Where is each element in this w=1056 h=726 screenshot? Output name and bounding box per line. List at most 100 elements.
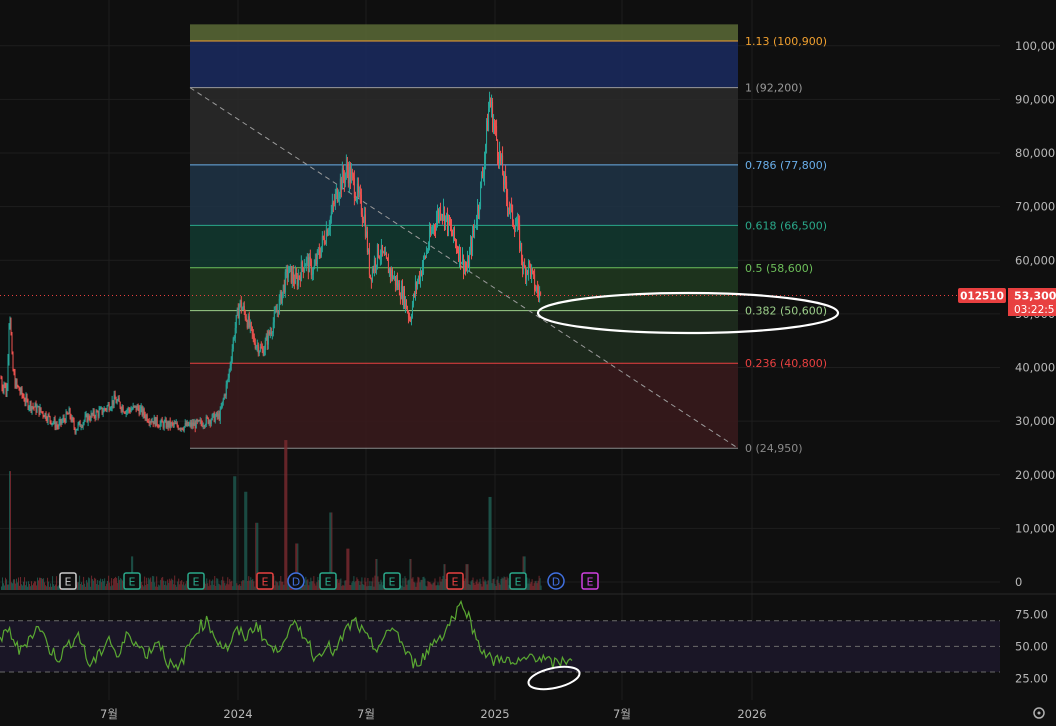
- candle-body[interactable]: [58, 422, 60, 427]
- candle-body[interactable]: [321, 236, 323, 247]
- candle-body[interactable]: [395, 279, 397, 286]
- candle-body[interactable]: [6, 385, 8, 397]
- candle-body[interactable]: [400, 286, 402, 299]
- candle-body[interactable]: [89, 419, 91, 421]
- candle-body[interactable]: [348, 166, 350, 184]
- candle-body[interactable]: [369, 274, 371, 278]
- candle-body[interactable]: [487, 120, 489, 131]
- candle-body[interactable]: [34, 403, 36, 408]
- candle-body[interactable]: [122, 406, 124, 413]
- candle-body[interactable]: [104, 408, 106, 410]
- candle-body[interactable]: [227, 377, 229, 381]
- candle-body[interactable]: [355, 198, 357, 200]
- candle-body[interactable]: [75, 430, 77, 433]
- candle-body[interactable]: [157, 425, 159, 427]
- candle-body[interactable]: [341, 168, 343, 190]
- candle-body[interactable]: [47, 414, 49, 422]
- candle-body[interactable]: [497, 139, 499, 156]
- candle-body[interactable]: [261, 348, 263, 350]
- candle-body[interactable]: [315, 259, 317, 264]
- candle-body[interactable]: [79, 421, 81, 427]
- candle-body[interactable]: [323, 237, 325, 244]
- candle-body[interactable]: [42, 412, 44, 416]
- candle-body[interactable]: [411, 305, 413, 318]
- candle-body[interactable]: [537, 287, 539, 292]
- candle-body[interactable]: [46, 419, 48, 422]
- candle-body[interactable]: [149, 421, 151, 424]
- candle-body[interactable]: [293, 280, 295, 284]
- candle-body[interactable]: [530, 264, 532, 277]
- candle-body[interactable]: [74, 427, 76, 433]
- candle-body[interactable]: [504, 174, 506, 185]
- candle-body[interactable]: [139, 408, 141, 415]
- candle-body[interactable]: [9, 319, 11, 327]
- candle-body[interactable]: [43, 415, 45, 418]
- candle-body[interactable]: [27, 400, 29, 409]
- candle-body[interactable]: [330, 211, 332, 218]
- candle-body[interactable]: [57, 426, 59, 428]
- candle-body[interactable]: [359, 191, 361, 195]
- candle-body[interactable]: [196, 419, 198, 422]
- candle-body[interactable]: [85, 414, 87, 416]
- candle-body[interactable]: [81, 426, 83, 428]
- candle-body[interactable]: [220, 407, 222, 409]
- candle-body[interactable]: [61, 420, 63, 424]
- candle-body[interactable]: [86, 414, 88, 423]
- candle-body[interactable]: [19, 390, 21, 393]
- candle-body[interactable]: [130, 409, 132, 412]
- candle-body[interactable]: [106, 406, 108, 410]
- candle-body[interactable]: [29, 402, 31, 407]
- candle-body[interactable]: [474, 226, 476, 232]
- candle-body[interactable]: [368, 249, 370, 275]
- candle-body[interactable]: [245, 318, 247, 322]
- candle-body[interactable]: [402, 288, 404, 303]
- candle-body[interactable]: [232, 338, 234, 349]
- candle-body[interactable]: [320, 246, 322, 257]
- candle-body[interactable]: [437, 211, 439, 219]
- candle-body[interactable]: [482, 174, 484, 176]
- candle-body[interactable]: [467, 258, 469, 271]
- candle-body[interactable]: [447, 215, 449, 231]
- candle-body[interactable]: [222, 399, 224, 402]
- candle-body[interactable]: [290, 266, 292, 283]
- candle-body[interactable]: [361, 214, 363, 220]
- candle-body[interactable]: [174, 423, 176, 425]
- candle-body[interactable]: [425, 251, 427, 257]
- candle-body[interactable]: [184, 422, 186, 427]
- candle-body[interactable]: [454, 227, 456, 240]
- candle-body[interactable]: [436, 211, 438, 220]
- candle-body[interactable]: [7, 359, 9, 386]
- candle-body[interactable]: [528, 260, 530, 274]
- candle-body[interactable]: [251, 326, 253, 334]
- candle-body[interactable]: [382, 252, 384, 254]
- candle-body[interactable]: [277, 310, 279, 314]
- candle-body[interactable]: [262, 349, 264, 356]
- candle-body[interactable]: [127, 408, 129, 411]
- candle-body[interactable]: [471, 242, 473, 252]
- candle-body[interactable]: [410, 317, 412, 321]
- candle-body[interactable]: [171, 422, 173, 424]
- candle-body[interactable]: [60, 419, 62, 424]
- candle-body[interactable]: [56, 424, 58, 427]
- candle-body[interactable]: [246, 321, 248, 328]
- candle-body[interactable]: [115, 399, 117, 404]
- candle-body[interactable]: [175, 423, 177, 425]
- candle-body[interactable]: [496, 126, 498, 140]
- candle-body[interactable]: [55, 424, 57, 428]
- candle-body[interactable]: [40, 407, 42, 412]
- candle-body[interactable]: [144, 415, 146, 419]
- candle-body[interactable]: [370, 277, 372, 282]
- candle-body[interactable]: [423, 256, 425, 258]
- candle-body[interactable]: [126, 410, 128, 412]
- candle-body[interactable]: [535, 289, 537, 291]
- candle-body[interactable]: [297, 275, 299, 286]
- candle-body[interactable]: [339, 178, 341, 194]
- candle-body[interactable]: [187, 421, 189, 426]
- candle-body[interactable]: [242, 305, 244, 309]
- candle-body[interactable]: [162, 422, 164, 428]
- candle-body[interactable]: [356, 183, 358, 199]
- candle-body[interactable]: [100, 407, 102, 409]
- candle-body[interactable]: [407, 311, 409, 318]
- candle-body[interactable]: [66, 411, 68, 414]
- candle-body[interactable]: [18, 386, 20, 391]
